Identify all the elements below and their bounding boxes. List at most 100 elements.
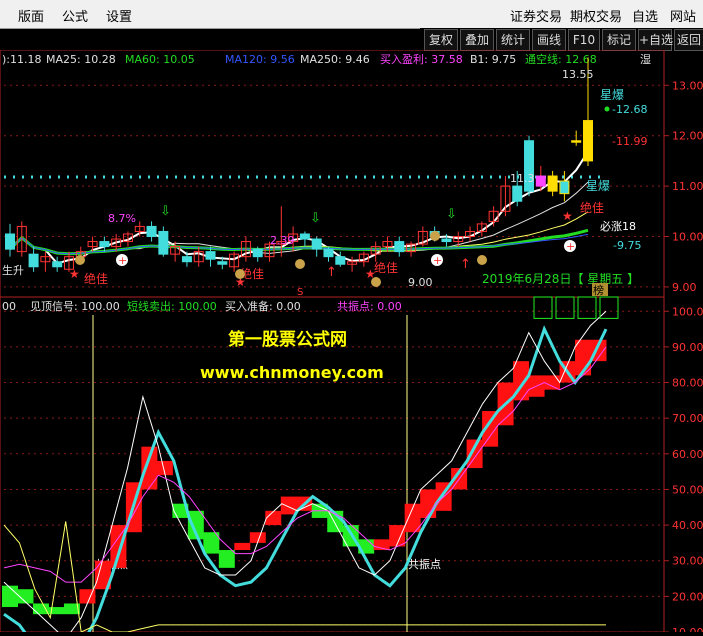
trend-bar [218,550,235,568]
money-bag-icon [430,231,440,241]
resonance-label-2: 共振点 [408,557,441,571]
up-arrow-icon: ↑ [326,265,337,280]
trend-bar [2,585,18,608]
money-bag-icon [371,277,381,287]
date-label: 2019年6月28日【 星期五 】 [482,272,639,286]
upper-tick-label: 11.00 [672,180,703,193]
legend-buy-prep: 买入准备: 0.00 [225,299,301,313]
menu-watchlist[interactable]: 自选 [632,6,658,25]
candle-body [217,261,228,265]
lower-tick-label: 40.00 [672,519,703,532]
money-bag-icon [75,255,85,265]
mark-button[interactable]: 标记 [602,29,636,51]
best-label-4: 绝佳 [374,260,398,275]
overlay-button[interactable]: 叠加 [460,29,494,51]
candle-body [559,180,570,195]
plus-circle-icon-glyph: + [566,240,575,253]
candle-body [547,175,558,192]
top-signal-boxes [533,296,619,319]
must-rise-label: 必涨18 [600,220,636,233]
high-price-label: 13.55 [562,68,594,81]
candle-body [311,238,322,250]
down-arrow-icon: ⇩ [310,211,321,226]
candle-body [512,185,523,202]
top-signal-box [577,296,597,319]
trend-bar [280,496,297,515]
legend-ma60: MA60: 10.05 [125,53,195,66]
legend-ma25: MA25: 10.28 [46,53,116,66]
trend-bar [234,542,251,551]
lower-tick-label: 30.00 [672,555,703,568]
candle-body [5,233,15,250]
watermark-url: www.chnmoney.com [200,363,384,382]
menu-options-trade[interactable]: 期权交易 [570,6,622,25]
candle-body [299,233,310,240]
indicator-lines [3,310,608,636]
trend-bar [420,489,437,518]
price-label-239: 2.39 [270,234,295,247]
menu-settings[interactable]: 设置 [106,6,132,25]
chart-area: 13.00 12.00 11.00 10.00 9.00 100.00 90.00 80.0… [0,49,703,636]
upper-tick-label: 13.00 [672,79,703,92]
price-dot [604,106,610,112]
menu-layout[interactable]: 版面 [18,6,44,25]
legend-extra: 湿 [640,53,651,66]
best-label-2: 绝佳 [84,271,108,286]
bang-label: 榜 [593,283,604,297]
candle-body [28,253,39,268]
candle-body [394,241,405,253]
menu-securities-trade[interactable]: 证券交易 [510,6,562,25]
candle-body [181,256,192,263]
trend-bar [466,439,483,469]
legend-ma250: MA250: 9.46 [300,53,370,66]
restore-rights-button[interactable]: 复权 [424,29,458,51]
price-level-975: -9.75 [613,239,641,252]
lower-tick-label: 100.00 [672,305,703,318]
candle-body [146,225,157,238]
f10-button[interactable]: F10 [568,29,600,51]
watermark-title: 第一股票公式网 [228,329,347,350]
top-signal-box [599,296,619,319]
statistics-button[interactable]: 统计 [496,29,530,51]
candle-body [535,175,546,187]
toolbar: 复权 叠加 统计 画线 F10 标记 +自选 返回 [420,28,703,51]
candle-body [323,248,334,258]
top-signal-box [555,296,575,319]
up-arrow-icon: ↑ [460,257,471,272]
price-level-1268: -12.68 [612,103,647,116]
upper-tick-label: 10.00 [672,231,703,244]
plus-circle-icon-glyph: + [433,254,442,267]
upper-tick-label: 9.00 [672,281,697,294]
candle-body [158,230,169,255]
lower-tick-label: 80.00 [672,377,703,390]
star-burst-mid-label: 星爆 [586,179,610,193]
lower-tick-label: 60.00 [672,448,703,461]
lower-tick-label: 90.00 [672,341,703,354]
draw-line-button[interactable]: 画线 [532,29,566,51]
price-level-1199: -11.99 [612,135,647,148]
upper-tick-label: 12.00 [672,130,703,143]
trend-bar [544,375,561,390]
trend-bar [265,510,282,526]
legend-through-line: 通空线: 12.68 [525,52,597,66]
down-arrow-icon: ⇩ [160,204,171,219]
candle-body [335,256,346,265]
percent-label: 8.7% [108,212,136,225]
top-signal-box [533,296,553,319]
price-label-900: 9.00 [408,276,433,289]
legend-b1: B1: 9.75 [470,53,516,66]
money-bag-icon [477,255,487,265]
menu-website[interactable]: 网站 [670,6,696,25]
best-label-1: 绝佳 [580,200,604,215]
candle-body [583,120,593,162]
lower-y-axis: 100.00 90.00 80.00 70.00 60.00 50.00 40.00 30.0… [664,305,703,636]
legend-resonance: 共振点: 0.00 [337,299,402,313]
money-bag-icon [295,259,305,269]
legend-top-signal: 见顶信号: 100.00 [30,300,120,313]
price-label-113: 11.3 [510,172,535,185]
back-button[interactable]: 返回 [674,29,703,51]
menu-bar: 版面 公式 设置 证券交易 期权交易 自选 网站 [0,0,703,29]
legend-close: ):11.18 [2,53,42,66]
add-watchlist-button[interactable]: +自选 [638,29,673,51]
menu-formula[interactable]: 公式 [62,6,88,25]
